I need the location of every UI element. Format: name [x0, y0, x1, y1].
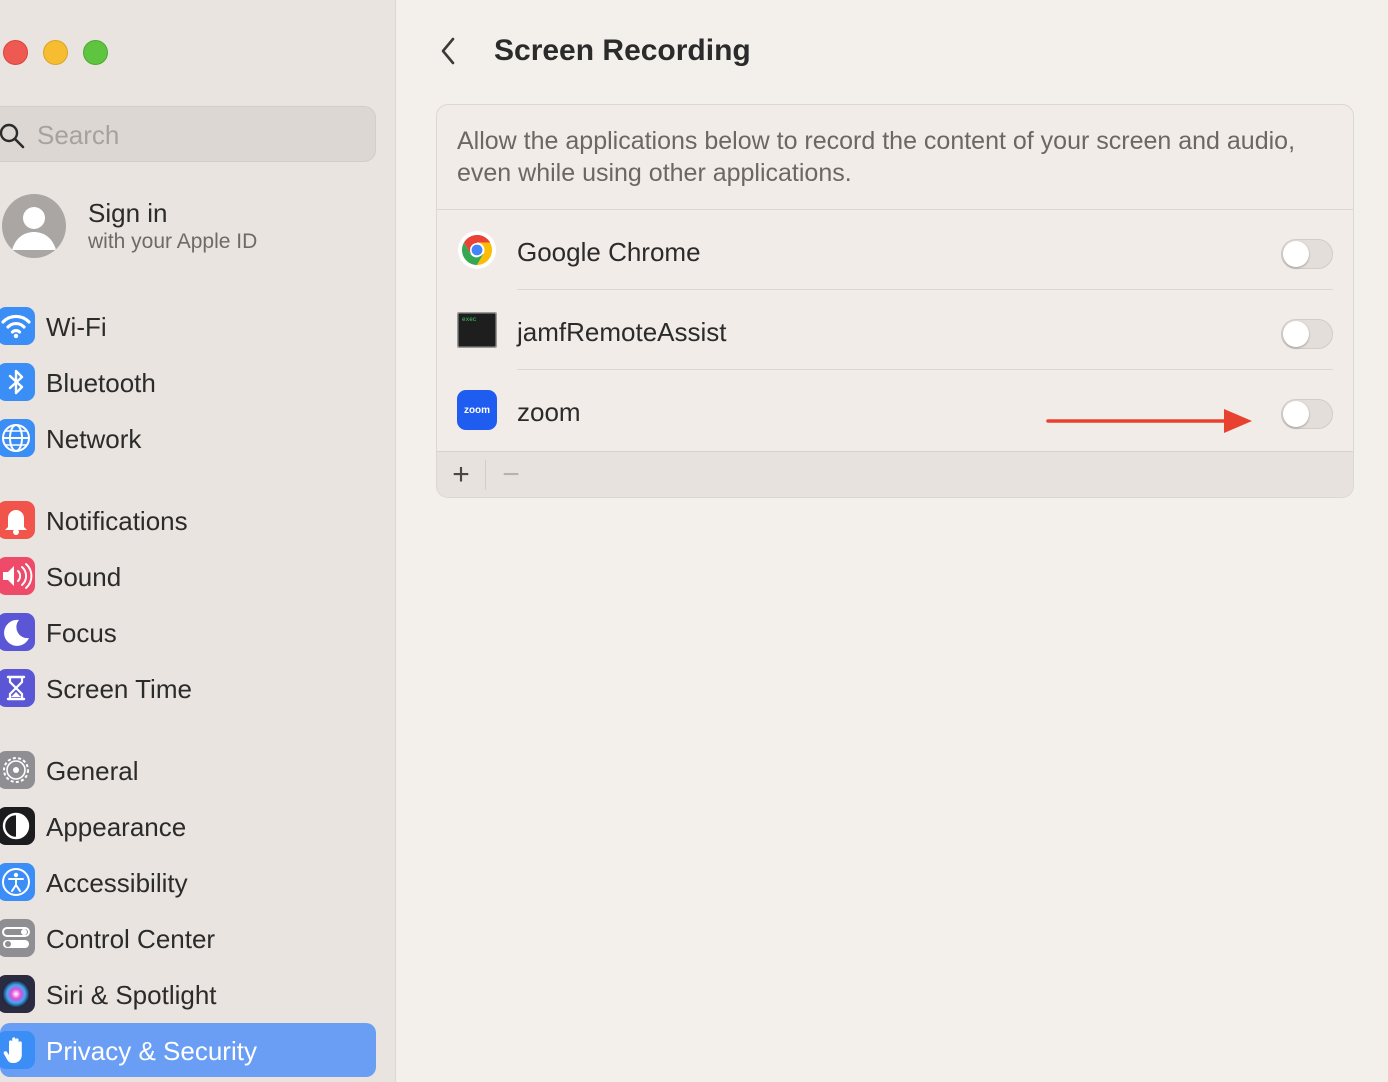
globe-icon — [0, 419, 35, 457]
search-icon — [0, 123, 25, 149]
toggle-knob — [1283, 401, 1309, 427]
panel-footer: + − — [437, 451, 1353, 497]
avatar — [2, 194, 66, 258]
close-window-button[interactable] — [3, 40, 28, 65]
accessibility-icon — [0, 863, 35, 901]
sidebar-item-screen-time[interactable]: Screen Time — [0, 661, 376, 715]
appearance-icon — [0, 807, 35, 845]
zoom-icon: zoom — [457, 390, 497, 430]
sidebar-item-label: Sound — [46, 562, 122, 592]
siri-icon — [0, 975, 35, 1013]
panel-description: Allow the applications below to record t… — [457, 127, 1296, 187]
sidebar-item-label: General — [46, 756, 139, 786]
sidebar-item-general[interactable]: General — [0, 743, 376, 797]
app-name: jamfRemoteAssist — [517, 317, 727, 347]
sidebar-item-label: Network — [46, 424, 142, 454]
jamfremoteassist-toggle[interactable] — [1281, 319, 1333, 349]
sidebar-item-label: Focus — [46, 618, 117, 648]
sidebar-item-sound[interactable]: Sound — [0, 549, 376, 603]
sidebar-item-privacy-security[interactable]: Privacy & Security — [0, 1023, 376, 1077]
search-input[interactable] — [37, 117, 337, 153]
sidebar-item-control-center[interactable]: Control Center — [0, 911, 376, 965]
sign-in-subtitle: with your Apple ID — [88, 230, 258, 253]
sidebar-item-wifi[interactable]: Wi-Fi — [0, 299, 376, 353]
hand-icon — [0, 1031, 35, 1069]
sidebar-item-accessibility[interactable]: Accessibility — [0, 855, 376, 909]
back-button[interactable] — [430, 30, 466, 72]
sidebar-item-label: Bluetooth — [46, 368, 156, 398]
zoom-toggle[interactable] — [1281, 399, 1333, 429]
sidebar-item-label: Notifications — [46, 506, 188, 536]
sidebar-item-notifications[interactable]: Notifications — [0, 493, 376, 547]
app-name: Google Chrome — [517, 237, 701, 267]
sidebar-item-label: Control Center — [46, 924, 216, 954]
toggle-knob — [1283, 241, 1309, 267]
speaker-icon — [0, 557, 35, 595]
sidebar-item-focus[interactable]: Focus — [0, 605, 376, 659]
sidebar-item-label: Appearance — [46, 812, 187, 842]
app-row-jamfremoteassist: exec jamfRemoteAssist — [437, 290, 1353, 370]
sidebar-item-label: Screen Time — [46, 674, 192, 704]
minimize-window-button[interactable] — [43, 40, 68, 65]
app-name: zoom — [517, 397, 581, 427]
sidebar-item-label: Accessibility — [46, 868, 188, 898]
hourglass-icon — [0, 669, 35, 707]
apple-id-sign-in[interactable]: Sign in with your Apple ID — [0, 194, 380, 260]
divider — [485, 460, 486, 490]
sidebar-item-label: Privacy & Security — [46, 1036, 257, 1066]
sidebar-item-appearance[interactable]: Appearance — [0, 799, 376, 853]
terminal-exec-label: exec — [462, 316, 477, 323]
bell-icon — [0, 501, 35, 539]
control-center-icon — [0, 919, 35, 957]
person-icon — [12, 207, 56, 250]
add-app-button[interactable]: + — [447, 458, 475, 492]
zoom-window-button[interactable] — [83, 40, 108, 65]
terminal-exec-icon: exec — [457, 312, 497, 348]
chrome-icon — [458, 231, 496, 269]
page-title: Screen Recording — [494, 34, 751, 67]
moon-icon — [0, 613, 35, 651]
wifi-icon — [0, 307, 35, 345]
bluetooth-icon — [0, 363, 35, 401]
sidebar: Sign in with your Apple ID Wi-Fi Bluetoo… — [0, 0, 396, 1082]
screen-recording-panel: Allow the applications below to record t… — [436, 104, 1354, 498]
sidebar-item-siri-spotlight[interactable]: Siri & Spotlight — [0, 967, 376, 1021]
toggle-knob — [1283, 321, 1309, 347]
sign-in-title: Sign in — [88, 198, 168, 228]
sidebar-item-label: Siri & Spotlight — [46, 980, 217, 1010]
google-chrome-toggle[interactable] — [1281, 239, 1333, 269]
sidebar-item-network[interactable]: Network — [0, 411, 376, 465]
chevron-left-icon — [441, 37, 455, 65]
gear-icon — [0, 751, 35, 789]
remove-app-button[interactable]: − — [497, 458, 525, 492]
sidebar-item-bluetooth[interactable]: Bluetooth — [0, 355, 376, 409]
annotation-arrow-icon — [1046, 409, 1252, 433]
search-field[interactable] — [0, 106, 376, 162]
app-row-google-chrome: Google Chrome — [437, 210, 1353, 290]
sidebar-item-label: Wi-Fi — [46, 312, 107, 342]
zoom-icon-label: zoom — [464, 405, 490, 416]
